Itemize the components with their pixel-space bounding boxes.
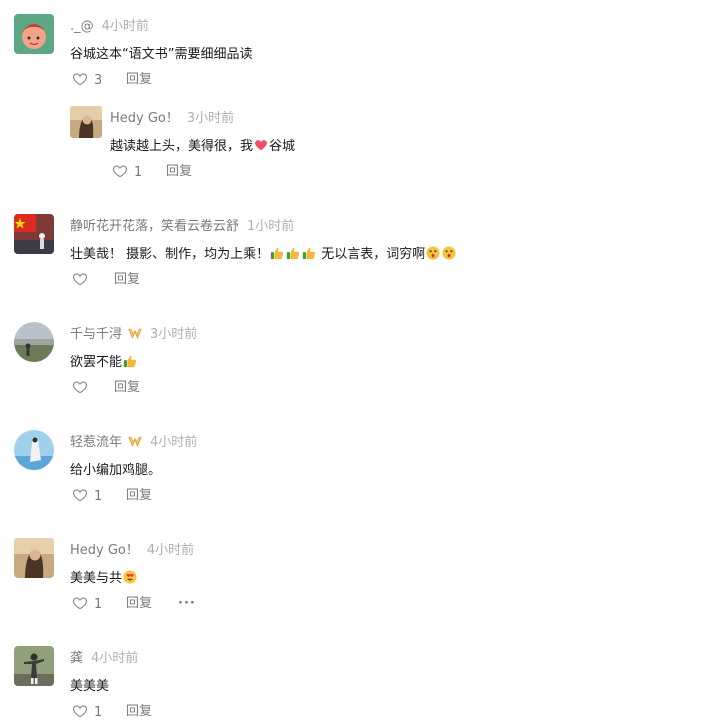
- reply-text-main: 越读越上头，美得很，我: [110, 139, 254, 154]
- comment-actions: 回复: [72, 379, 272, 397]
- comment-actions: 1 回复 ···: [72, 595, 272, 613]
- like-count: 1: [134, 165, 143, 180]
- comment-header: 静听花开花落，笑看云卷云舒 1小时前: [70, 215, 294, 234]
- heart-icon: [72, 487, 88, 503]
- heart-icon: [72, 703, 88, 719]
- username[interactable]: Hedy Go！: [70, 543, 139, 558]
- avatar[interactable]: [70, 106, 102, 138]
- timestamp: 4小时前: [91, 651, 139, 666]
- heart-icon: [72, 71, 88, 87]
- avatar[interactable]: [14, 14, 54, 54]
- reply-button[interactable]: 回复: [114, 379, 140, 397]
- thumbs-up-icon: [270, 246, 284, 260]
- like-button[interactable]: 1: [72, 487, 102, 506]
- like-count: 1: [94, 489, 103, 504]
- comment-text: 谷城这本“语文书”需要细细品读: [70, 47, 253, 62]
- comment-text-main: 美美与共: [70, 571, 123, 586]
- comment-actions: 1 回复: [72, 487, 272, 505]
- comment-text: 美美与共: [70, 567, 138, 586]
- comment-text: 壮美哉！ 摄影、制作，均为上乘！ 无以言表，词穷啊: [70, 243, 457, 262]
- heart-eyes-icon: [123, 570, 137, 584]
- username[interactable]: 轻惹流年: [70, 435, 122, 450]
- username[interactable]: Hedy Go！: [110, 111, 179, 126]
- like-count: 1: [94, 597, 103, 612]
- username[interactable]: 龚: [70, 651, 83, 666]
- reply-button[interactable]: 回复: [166, 163, 192, 181]
- like-button[interactable]: 1: [72, 595, 102, 614]
- comment-text: 给小编加鸡腿。: [70, 463, 162, 478]
- timestamp: 4小时前: [101, 19, 149, 34]
- avatar[interactable]: [14, 214, 54, 254]
- like-button[interactable]: [72, 271, 88, 290]
- heart-icon: [72, 271, 88, 287]
- username[interactable]: 静听花开花落，笑看云卷云舒: [70, 219, 239, 234]
- comment-actions: 3 回复: [72, 71, 272, 89]
- heart-icon: [72, 379, 88, 395]
- reply-actions: 1 回复: [112, 163, 312, 181]
- reply-button[interactable]: 回复: [126, 595, 152, 613]
- username[interactable]: ._@: [70, 19, 94, 34]
- avatar[interactable]: [14, 538, 54, 578]
- avatar[interactable]: [14, 322, 54, 362]
- verified-badge-icon: [128, 327, 142, 339]
- comment-text-main: 欲罢不能: [70, 355, 123, 370]
- comment-header: 龚 4小时前: [70, 647, 138, 666]
- thumbs-up-icon: [286, 246, 300, 260]
- reply-text-tail: 谷城: [269, 139, 296, 154]
- comment-text: 欲罢不能: [70, 351, 138, 370]
- reply-button[interactable]: 回复: [126, 703, 152, 721]
- reply-header: Hedy Go！ 3小时前: [110, 107, 234, 126]
- more-options-button[interactable]: ···: [178, 595, 196, 613]
- comment-text-main: 壮美哉！ 摄影、制作，均为上乘！: [70, 247, 270, 262]
- comment-header: Hedy Go！ 4小时前: [70, 539, 194, 558]
- reply-text: 越读越上头，美得很，我 谷城: [110, 135, 295, 154]
- comment-header: 轻惹流年 4小时前: [70, 431, 197, 450]
- timestamp: 3小时前: [186, 111, 235, 126]
- like-button[interactable]: [72, 379, 88, 398]
- comment-actions: 1 回复: [72, 703, 272, 721]
- timestamp: 1小时前: [247, 219, 295, 234]
- comment-actions: 回复: [72, 271, 272, 289]
- comment-header: ._@ 4小时前: [70, 15, 149, 34]
- timestamp: 3小时前: [150, 327, 198, 342]
- avatar[interactable]: [14, 430, 54, 470]
- like-button[interactable]: 1: [72, 703, 102, 722]
- like-button[interactable]: 3: [72, 71, 102, 90]
- avatar[interactable]: [14, 646, 54, 686]
- reply-button[interactable]: 回复: [114, 271, 140, 289]
- surprised-face-icon: [426, 246, 440, 260]
- like-count: 3: [94, 73, 103, 88]
- comment-text: 美美美: [70, 679, 110, 694]
- thumbs-up-icon: [302, 246, 316, 260]
- timestamp: 4小时前: [150, 435, 198, 450]
- heart-icon: [72, 595, 88, 611]
- like-button[interactable]: 1: [112, 163, 142, 182]
- verified-badge-icon: [128, 435, 142, 447]
- comment-header: 千与千浔 3小时前: [70, 323, 197, 342]
- red-heart-icon: [254, 138, 268, 152]
- like-count: 1: [94, 705, 103, 720]
- timestamp: 4小时前: [146, 543, 195, 558]
- reply-button[interactable]: 回复: [126, 487, 152, 505]
- surprised-face-icon: [442, 246, 456, 260]
- comment-text-tail: 无以言表，词穷啊: [317, 247, 426, 262]
- thumbs-up-icon: [123, 354, 137, 368]
- reply-button[interactable]: 回复: [126, 71, 152, 89]
- heart-icon: [112, 163, 128, 179]
- username[interactable]: 千与千浔: [70, 327, 122, 342]
